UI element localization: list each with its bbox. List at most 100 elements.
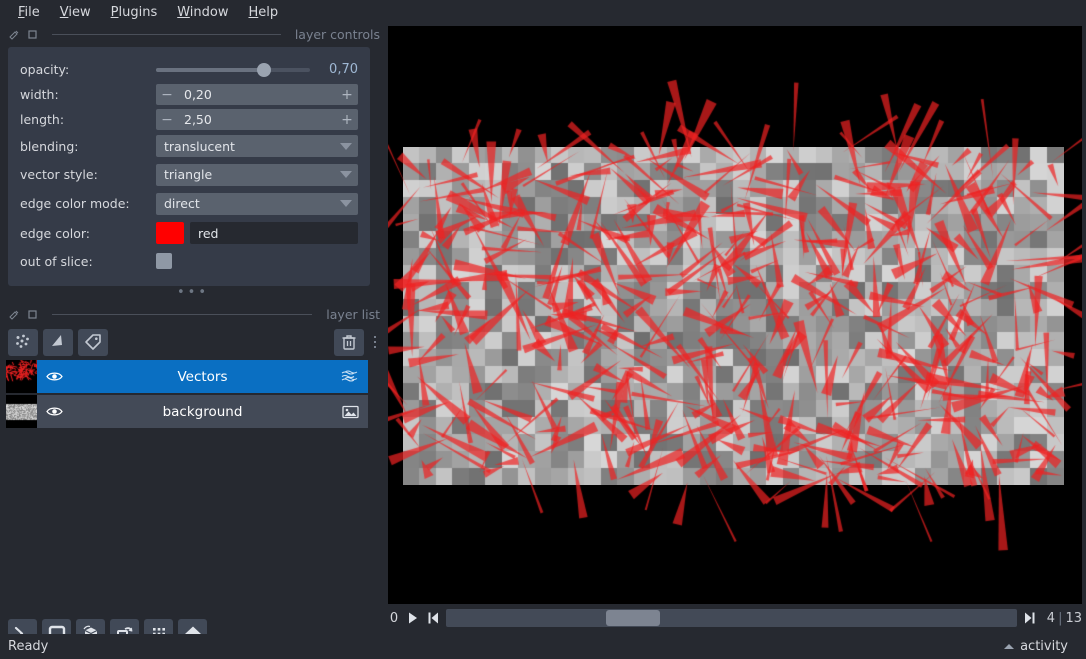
eye-icon: [46, 407, 63, 416]
visibility-toggle-vectors[interactable]: [46, 370, 66, 383]
length-row: length: − 2,50 +: [20, 107, 358, 132]
dimension-slider[interactable]: [446, 609, 1017, 627]
dock-title-rule: [52, 33, 281, 35]
edge-color-mode-dropdown[interactable]: direct: [156, 192, 358, 215]
image-icon: [342, 405, 359, 418]
width-value[interactable]: 0,20: [178, 87, 336, 102]
width-increment-button[interactable]: +: [336, 88, 358, 102]
opacity-slider[interactable]: [156, 61, 310, 79]
skip-next-icon: [1024, 612, 1035, 624]
vectors-icon: [341, 370, 358, 382]
length-increment-button[interactable]: +: [336, 113, 358, 127]
dimension-slider-handle[interactable]: [605, 610, 660, 626]
dim-total: 13: [1065, 610, 1082, 626]
close-dock-icon[interactable]: [26, 308, 38, 320]
float-dock-icon[interactable]: [8, 308, 20, 320]
blending-row: blending: translucent: [20, 132, 358, 160]
edge-color-swatch[interactable]: [156, 222, 184, 244]
status-bar: Ready activity: [0, 634, 1086, 659]
vector-style-row: vector style: triangle: [20, 160, 358, 189]
edge-color-mode-value: direct: [164, 196, 200, 211]
viewer-canvas[interactable]: [388, 26, 1082, 604]
panel-resize-handle[interactable]: •••: [0, 286, 386, 302]
vectors-overlay: [388, 26, 1082, 604]
blending-dropdown[interactable]: translucent: [156, 135, 358, 157]
dim-current: 4: [1046, 610, 1056, 626]
activity-button[interactable]: activity: [1004, 639, 1068, 654]
vector-style-value: triangle: [164, 167, 213, 182]
opacity-value: 0,70: [329, 62, 358, 77]
chevron-down-icon: [340, 200, 352, 207]
length-spinbox[interactable]: − 2,50 +: [156, 109, 358, 130]
new-labels-layer-button[interactable]: [78, 328, 108, 356]
layer-thumbnail-background: [6, 395, 37, 428]
left-dock-column: layer controls opacity: 0,70 width: − 0,…: [0, 24, 386, 648]
edge-color-input[interactable]: red: [190, 222, 358, 244]
new-points-layer-button[interactable]: [8, 328, 38, 356]
points-icon: [16, 334, 29, 348]
edge-color-row: edge color: red: [20, 218, 358, 248]
layer-controls-dock-title: layer controls: [0, 24, 386, 44]
layer-name-background: background: [162, 403, 243, 420]
menu-bar: File View Plugins Window Help: [0, 0, 1086, 24]
edge-color-label: edge color:: [20, 225, 90, 241]
last-frame-button[interactable]: [1023, 610, 1037, 626]
blending-label: blending:: [20, 138, 79, 154]
out-of-slice-row: out of slice:: [20, 248, 358, 274]
out-of-slice-label: out of slice:: [20, 253, 93, 269]
length-label: length:: [20, 112, 65, 127]
edge-color-mode-label: edge color mode:: [20, 196, 130, 211]
width-decrement-button[interactable]: −: [156, 88, 178, 102]
chevron-down-icon: [340, 142, 352, 150]
layer-row-vectors[interactable]: Vectors: [6, 360, 368, 393]
menu-item-window[interactable]: Window: [167, 3, 238, 22]
layer-thumbnail-vectors: [6, 360, 37, 393]
length-decrement-button[interactable]: −: [156, 113, 178, 127]
trash-icon: [342, 335, 356, 350]
layer-list-toolbar: [0, 324, 386, 360]
opacity-row: opacity: 0,70: [20, 57, 358, 82]
vector-style-dropdown[interactable]: triangle: [156, 163, 358, 186]
vector-style-label: vector style:: [20, 167, 98, 182]
blending-value: translucent: [164, 138, 235, 154]
close-dock-icon[interactable]: [26, 28, 38, 40]
layer-controls-panel: opacity: 0,70 width: − 0,20 + length: − …: [8, 47, 370, 286]
play-icon: [409, 612, 417, 624]
layer-controls-label: layer controls: [294, 26, 380, 42]
delete-layer-button[interactable]: [334, 328, 364, 356]
out-of-slice-checkbox[interactable]: [156, 253, 172, 269]
dock-title-rule: [52, 313, 313, 315]
labels-icon: [85, 334, 101, 350]
caret-up-icon: [1004, 644, 1015, 649]
layer-list-grip-handle[interactable]: [370, 336, 380, 348]
float-dock-icon[interactable]: [8, 28, 20, 40]
layer-row-background[interactable]: background: [6, 395, 368, 428]
width-row: width: − 0,20 +: [20, 82, 358, 107]
menu-item-file[interactable]: File: [8, 3, 50, 22]
dimension-slider-bar: 0 4 | 13: [388, 606, 1082, 630]
opacity-slider-handle[interactable]: [256, 62, 271, 77]
edge-color-mode-row: edge color mode: direct: [20, 189, 358, 218]
menu-item-plugins[interactable]: Plugins: [101, 3, 168, 22]
new-shapes-layer-button[interactable]: [43, 328, 73, 356]
dimension-position: 4 | 13: [1043, 611, 1082, 626]
layer-list: Vectors background: [0, 360, 386, 428]
dim-separator: |: [1058, 610, 1063, 626]
menu-item-view[interactable]: View: [50, 3, 101, 22]
status-text: Ready: [8, 639, 49, 654]
layer-list-dock-title: layer list: [0, 304, 386, 324]
visibility-toggle-background[interactable]: [46, 405, 66, 418]
opacity-slider-fill: [156, 67, 264, 72]
opacity-label: opacity:: [20, 62, 70, 77]
first-frame-button[interactable]: [426, 610, 440, 626]
layer-type-icon-background: [339, 405, 359, 419]
width-spinbox[interactable]: − 0,20 +: [156, 84, 358, 105]
layer-name-vectors: Vectors: [177, 368, 228, 385]
chevron-down-icon: [340, 171, 352, 178]
layer-type-icon-vectors: [339, 370, 359, 384]
eye-icon: [46, 372, 63, 381]
play-button[interactable]: [406, 610, 420, 626]
width-label: width:: [20, 87, 59, 102]
menu-item-help[interactable]: Help: [239, 3, 289, 22]
length-value[interactable]: 2,50: [178, 112, 336, 127]
